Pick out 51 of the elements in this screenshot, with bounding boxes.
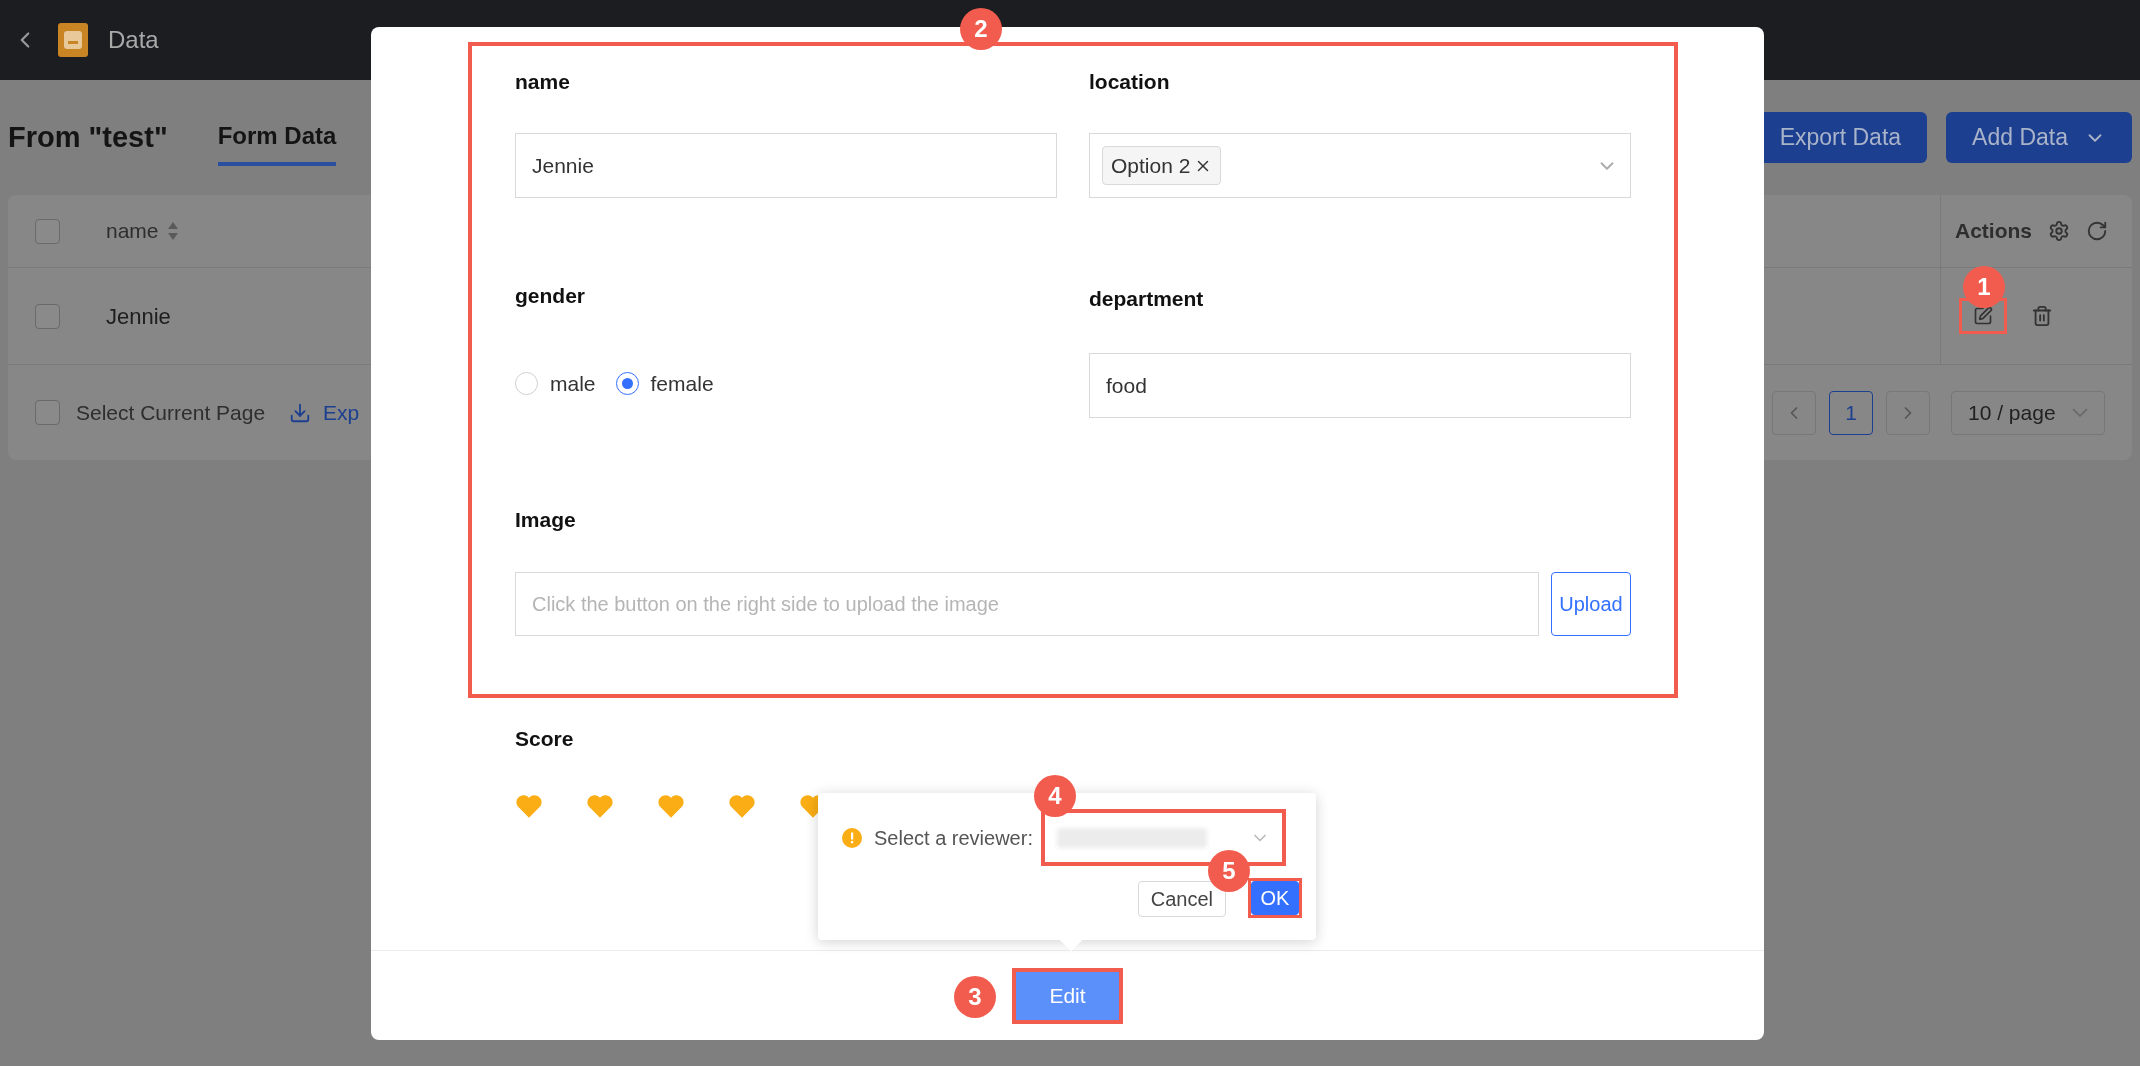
ok-button[interactable]: OK — [1251, 881, 1299, 915]
field-label: name — [515, 69, 571, 95]
field-label: location — [1089, 69, 1171, 95]
page-button[interactable]: 1 — [1829, 390, 1873, 435]
tag: Option 2 — [1102, 145, 1222, 186]
table-cell-text: Jennie — [106, 302, 171, 331]
text-field[interactable]: Jennie — [515, 133, 1057, 198]
checkbox[interactable] — [35, 303, 60, 329]
settings-icon[interactable] — [2048, 220, 2070, 242]
column-header[interactable]: name — [106, 215, 159, 247]
heart-icon[interactable] — [657, 793, 685, 819]
popover-message: Select a reviewer: — [874, 825, 1033, 851]
download-icon[interactable] — [289, 401, 312, 424]
select-page-label[interactable]: Select Current Page — [76, 396, 266, 429]
select-field[interactable]: Option 2 — [1089, 133, 1631, 198]
field-label: department — [1089, 286, 1205, 312]
step-badge: 1 — [1963, 266, 2005, 308]
step-badge: 2 — [960, 8, 1002, 50]
column-header: Actions — [1955, 218, 2032, 245]
edit-icon[interactable] — [1973, 306, 1993, 326]
field-label: Image — [515, 507, 577, 533]
field-label: gender — [515, 283, 586, 309]
checkbox[interactable] — [35, 218, 60, 244]
radio-label[interactable]: female — [650, 368, 714, 400]
step-badge: 4 — [1034, 775, 1076, 817]
app-title: Data — [108, 25, 159, 55]
prev-page-button[interactable] — [1772, 390, 1816, 435]
app-logo-icon — [58, 23, 88, 57]
step-badge: 5 — [1208, 850, 1250, 892]
heart-icon[interactable] — [586, 793, 614, 819]
step-badge: 3 — [954, 975, 996, 1018]
field-label: Score — [515, 726, 575, 752]
delete-icon[interactable] — [2031, 305, 2053, 327]
add-data-button[interactable]: Add Data — [1946, 112, 2132, 163]
caret-icon — [2072, 408, 2088, 417]
refresh-icon[interactable] — [2086, 220, 2108, 242]
checkbox[interactable] — [35, 400, 60, 425]
page-title: From "test" — [8, 119, 168, 155]
export-link[interactable]: Exp — [323, 396, 360, 429]
next-page-button[interactable] — [1886, 390, 1930, 435]
warning-icon — [842, 827, 862, 848]
upload-button[interactable]: Upload — [1551, 572, 1631, 636]
image-path-field[interactable]: Click the button on the right side to upload the image — [515, 572, 1539, 636]
heart-icon[interactable] — [515, 793, 543, 819]
radio-label[interactable]: male — [550, 368, 596, 400]
edit-button[interactable]: Edit — [1016, 971, 1119, 1020]
tab[interactable]: Form Data — [217, 117, 337, 166]
sort-icon[interactable] — [166, 221, 179, 241]
heart-icon[interactable] — [728, 793, 756, 819]
text-field[interactable]: food — [1089, 353, 1631, 418]
page-size-select[interactable]: 10 / page — [1951, 390, 2105, 435]
